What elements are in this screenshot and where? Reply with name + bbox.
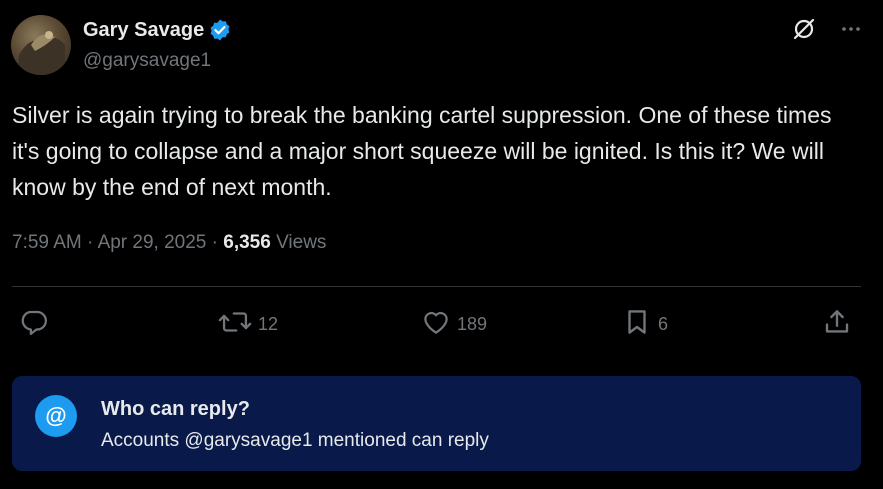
grok-icon[interactable]	[791, 16, 817, 42]
retweet-icon	[218, 307, 252, 342]
tweet-time[interactable]: 7:59 AM	[12, 232, 82, 253]
share-button[interactable]	[822, 304, 852, 344]
who-can-reply-card: @ Who can reply? Accounts @garysavage1 m…	[12, 376, 861, 471]
top-actions	[791, 16, 863, 42]
tweet-date[interactable]: Apr 29, 2025	[98, 232, 207, 253]
bookmark-count: 6	[658, 313, 669, 334]
action-bar: 12 189 6	[0, 304, 883, 344]
who-can-reply-title: Who can reply?	[101, 398, 250, 420]
reply-icon	[19, 307, 49, 342]
author-handle[interactable]: @garysavage1	[83, 50, 211, 72]
avatar-image	[17, 31, 65, 75]
tweet-text: Silver is again trying to break the bank…	[12, 102, 832, 200]
retweet-count: 12	[258, 313, 279, 334]
meta-separator: ·	[87, 232, 94, 253]
like-button[interactable]: 189	[421, 304, 487, 344]
reply-button[interactable]	[19, 304, 55, 344]
more-icon[interactable]	[839, 17, 863, 41]
views-count: 6,356	[223, 232, 271, 253]
views-label: Views	[276, 232, 327, 253]
meta-separator: ·	[211, 232, 218, 253]
who-can-reply-description: Accounts @garysavage1 mentioned can repl…	[101, 430, 489, 451]
like-count: 189	[457, 313, 488, 334]
verified-badge-icon[interactable]	[208, 18, 232, 42]
bookmark-button[interactable]: 6	[622, 304, 668, 344]
retweet-button[interactable]: 12	[218, 304, 278, 344]
share-icon	[822, 307, 852, 342]
tweet-meta: 7:59 AM · Apr 29, 2025 · 6,356 Views	[12, 232, 326, 254]
avatar[interactable]	[11, 15, 71, 75]
mention-icon: @	[35, 395, 77, 437]
author-name-row: Gary Savage	[83, 18, 232, 42]
heart-icon	[421, 307, 451, 342]
author-name[interactable]: Gary Savage	[83, 19, 204, 42]
divider	[12, 286, 861, 287]
bookmark-icon	[622, 307, 652, 342]
